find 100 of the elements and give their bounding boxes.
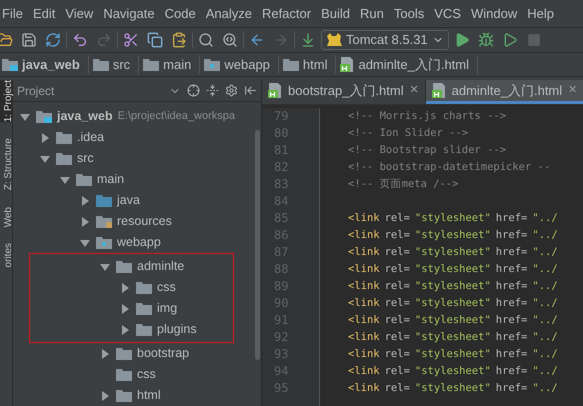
menu-item[interactable]: Refactor [256, 4, 316, 24]
menu-item[interactable]: Window [466, 4, 522, 24]
menu-item[interactable]: Edit [28, 4, 60, 24]
tree-item[interactable]: bootstrap [13, 343, 255, 364]
editor-tab[interactable]: bootstrap_入门.html ✕ [262, 80, 426, 104]
menu-item[interactable]: Run [355, 4, 389, 24]
tree-item[interactable]: plugins [30, 319, 233, 340]
side-tab[interactable]: Web [0, 206, 12, 227]
collapse-icon[interactable] [206, 84, 219, 97]
folder-icon [2, 58, 18, 71]
settings-icon[interactable] [225, 84, 238, 97]
scrollbar-thumb[interactable] [255, 130, 260, 360]
tree-item[interactable]: img [30, 298, 233, 319]
hide-panel-icon[interactable] [244, 84, 257, 97]
code-token: href= [496, 296, 528, 311]
code-token: href= [496, 228, 528, 243]
breadcrumb-item[interactable]: adminlte_入门.html [336, 54, 478, 74]
tree-item[interactable]: java_web E:\project\idea_workspa [13, 106, 255, 127]
code-token: "stylesheet" [414, 211, 491, 226]
code-token: rel= [384, 330, 410, 345]
collapsed-arrow-icon[interactable] [119, 324, 131, 336]
code-token: "../ [532, 364, 558, 379]
menu-item[interactable]: VCS [429, 4, 466, 24]
code-token: href= [496, 330, 528, 345]
tree-item[interactable]: .idea [13, 127, 255, 148]
tree-item[interactable]: adminlte [30, 256, 233, 277]
folder-icon [56, 152, 72, 165]
code-token: rel= [384, 245, 410, 260]
code-token: <link [348, 330, 380, 345]
code-token: href= [496, 262, 528, 277]
html-file-icon [432, 83, 446, 98]
breadcrumb-item[interactable]: webapp [200, 54, 279, 74]
close-icon[interactable]: ✕ [410, 82, 419, 99]
breadcrumb-item[interactable]: html [278, 54, 336, 74]
code-token: <link [348, 296, 380, 311]
code-token: <!-- Morris.js charts --> [348, 109, 506, 124]
breadcrumb-item[interactable]: java_web [0, 54, 89, 74]
collapsed-arrow-icon[interactable] [119, 282, 131, 294]
code-token: rel= [384, 364, 410, 379]
tree-item[interactable]: webapp [13, 232, 255, 253]
breadcrumb-item[interactable]: src [88, 54, 140, 74]
collapsed-arrow-icon[interactable] [79, 216, 91, 228]
code-token: "../ [532, 228, 558, 243]
folder-icon [56, 131, 72, 144]
code-token: "../ [532, 296, 558, 311]
code-token: rel= [384, 347, 410, 362]
menu-item[interactable]: Build [316, 4, 356, 24]
folder-icon [136, 302, 152, 315]
collapsed-arrow-icon[interactable] [119, 302, 131, 314]
menu-item[interactable]: File [0, 4, 28, 24]
code-token: "stylesheet" [414, 279, 491, 294]
project-view-selector[interactable]: Project [17, 82, 163, 100]
tree-item[interactable]: css [30, 277, 233, 298]
code-token: "stylesheet" [414, 330, 491, 345]
tree-item[interactable]: main [13, 169, 255, 190]
folder-icon [116, 260, 132, 273]
folder-icon [36, 110, 52, 123]
code-token: href= [496, 381, 528, 396]
code-token: <!-- Ion Slider --> [348, 126, 468, 141]
tree-item[interactable]: java [13, 190, 255, 211]
tree-item[interactable]: src [13, 148, 255, 169]
breadcrumb-item[interactable]: main [139, 54, 200, 74]
menu-item[interactable]: Tools [388, 4, 430, 24]
code-token: <link [348, 364, 380, 379]
code-token: "../ [532, 381, 558, 396]
menu-item[interactable]: Code [160, 4, 201, 24]
code-token: "stylesheet" [414, 228, 491, 243]
side-tab[interactable]: Z: Structure [0, 138, 12, 190]
code-token: href= [496, 279, 528, 294]
locate-icon[interactable] [187, 84, 200, 97]
tree-item[interactable]: resources [13, 211, 255, 232]
code-token: <link [348, 381, 380, 396]
code-token: <!-- bootstrap-datetimepicker -- [348, 160, 550, 175]
menu-item[interactable]: Navigate [98, 4, 160, 24]
collapsed-arrow-icon[interactable] [99, 390, 111, 402]
collapsed-arrow-icon[interactable] [79, 194, 91, 206]
side-tab[interactable]: orites [0, 242, 12, 268]
folder-icon [136, 281, 152, 294]
folder-icon [116, 389, 132, 402]
tree-item[interactable]: html [13, 385, 255, 406]
menu-item[interactable]: View [60, 4, 98, 24]
collapsed-arrow-icon[interactable] [39, 132, 51, 144]
code-token: <link [348, 313, 380, 328]
code-token: <link [348, 262, 380, 277]
code-token: rel= [384, 279, 410, 294]
code-token: href= [496, 313, 528, 328]
run-config-dropdown[interactable]: Tomcat 8.5.31 [321, 30, 449, 50]
tree-item[interactable]: css [13, 364, 255, 385]
editor-tab[interactable]: adminlte_入门.html ✕ [426, 80, 583, 104]
code-token: "../ [532, 279, 558, 294]
menu-item[interactable]: Help [522, 4, 559, 24]
collapsed-arrow-icon[interactable] [99, 348, 111, 360]
menu-item[interactable]: Analyze [200, 4, 257, 24]
code-token: rel= [384, 381, 410, 396]
code-token: href= [496, 364, 528, 379]
close-icon[interactable]: ✕ [568, 82, 578, 99]
code-token: <!-- Bootstrap slider --> [348, 143, 506, 158]
side-tab[interactable]: 1: Project [0, 80, 12, 122]
code-token: <link [348, 228, 380, 243]
folder-icon [96, 236, 112, 249]
